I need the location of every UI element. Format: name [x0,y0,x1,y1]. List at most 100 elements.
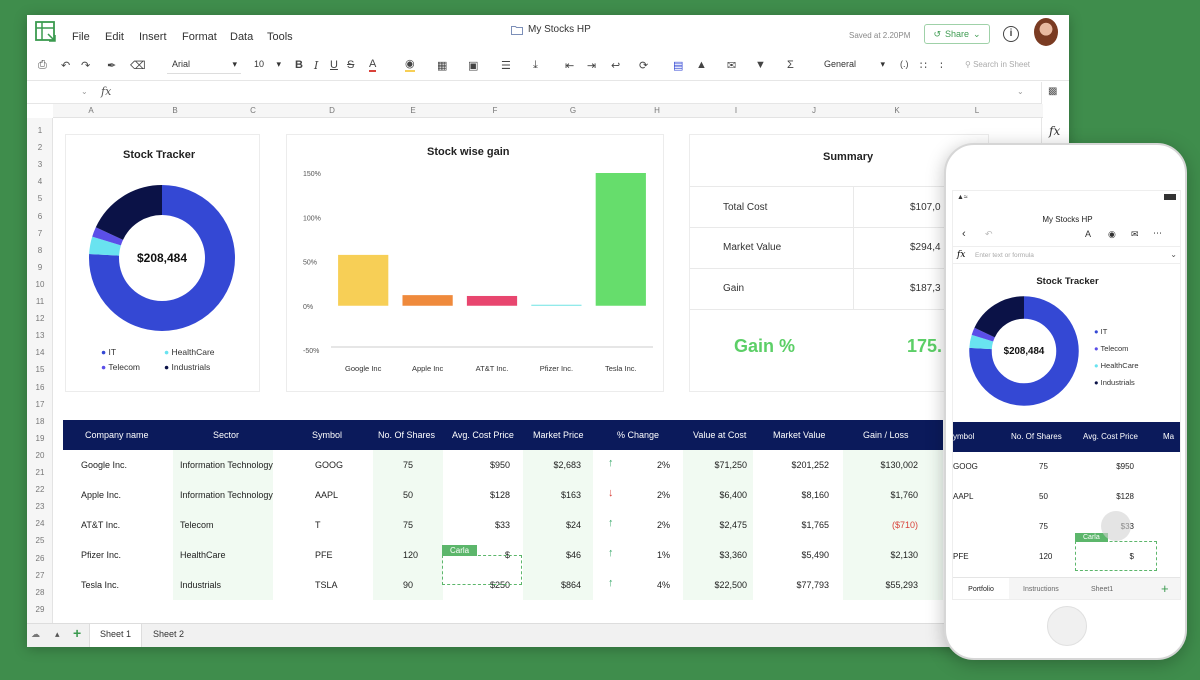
row-header[interactable]: 7 [27,229,53,238]
sum-icon[interactable]: Σ [787,59,794,71]
table-cell-company[interactable]: Pfizer Inc. [81,550,121,560]
mobile-table-row[interactable]: AAPL 50 $128 [953,482,1180,512]
row-header[interactable]: 28 [27,588,53,597]
mobile-add-sheet-button[interactable]: + [1161,581,1169,596]
header-market-price[interactable]: Market Price [533,430,584,440]
table-cell-shares[interactable]: 75 [403,520,413,530]
insert-image-icon[interactable]: ▲ [696,59,707,71]
row-header[interactable]: 25 [27,536,53,545]
table-cell-sector[interactable]: Information Technology [180,460,273,470]
chevron-down-icon[interactable]: ⌄ [81,87,88,96]
table-cell-value-cost[interactable]: $2,475 [719,520,747,530]
bar-tesla-inc[interactable] [595,173,646,306]
table-cell-market-price[interactable]: $46 [566,550,581,560]
row-header[interactable]: 4 [27,177,53,186]
row-header[interactable]: 10 [27,280,53,289]
header-gain-loss[interactable]: Gain / Loss [863,430,909,440]
fill-color-icon[interactable]: ◉ [405,59,415,72]
row-header[interactable]: 5 [27,194,53,203]
column-header[interactable]: A [81,106,101,115]
mobile-tab-sheet1[interactable]: Sheet1 [1091,586,1113,593]
increase-indent-icon[interactable]: ⇥ [587,59,596,72]
row-header[interactable]: 16 [27,383,53,392]
table-cell-shares[interactable]: 50 [403,490,413,500]
row-header[interactable]: 26 [27,554,53,563]
column-header[interactable]: J [804,106,824,115]
functions-icon[interactable]: fx [1049,124,1060,138]
grid-icon[interactable]: ∷ [920,59,927,72]
vertical-align-icon[interactable]: ⤓ [533,59,538,72]
tab-sheet-1[interactable]: Sheet 1 [89,624,143,647]
mobile-cell-symbol[interactable]: AAPL [953,492,973,501]
menu-format[interactable]: Format [182,31,217,43]
back-icon[interactable]: ‹ [962,228,966,240]
conditional-format-icon[interactable]: ∶ [940,59,943,72]
column-header[interactable]: F [485,106,505,115]
clear-format-icon[interactable]: ⌫ [130,59,146,72]
table-cell-symbol[interactable]: GOOG [315,460,343,470]
text-format-icon[interactable]: A [1085,229,1091,239]
table-cell-change[interactable]: 2% [657,520,670,530]
mobile-table-row[interactable]: GOOG 75 $950 [953,452,1180,482]
table-cell-value-cost[interactable]: $3,360 [719,550,747,560]
mobile-cell-shares[interactable]: 75 [1039,522,1048,531]
table-cell-value-cost[interactable]: $71,250 [714,460,747,470]
mobile-cell-symbol[interactable]: PFE [953,552,969,561]
row-header[interactable]: 22 [27,485,53,494]
mobile-cell-shares[interactable]: 75 [1039,462,1048,471]
column-header[interactable]: C [243,106,263,115]
bar-apple-inc[interactable] [402,295,453,306]
table-cell-market-value[interactable]: $5,490 [801,550,829,560]
table-row[interactable]: Google Inc. Information Technology GOOG 75 $… [63,450,943,480]
row-header[interactable]: 14 [27,348,53,357]
column-header[interactable]: I [726,106,746,115]
row-header[interactable]: 19 [27,434,53,443]
sheet-app-logo[interactable] [34,20,58,44]
table-cell-value-cost[interactable]: $22,500 [714,580,747,590]
bold-button[interactable]: B [295,59,303,71]
decrease-indent-icon[interactable]: ⇤ [565,59,574,72]
row-header[interactable]: 23 [27,502,53,511]
mobile-cell-shares[interactable]: 50 [1039,492,1048,501]
table-cell-gain[interactable]: $1,760 [890,490,918,500]
table-cell-change[interactable]: 4% [657,580,670,590]
menu-file[interactable]: File [72,31,90,43]
row-header[interactable]: 13 [27,331,53,340]
row-header[interactable]: 21 [27,468,53,477]
column-header[interactable]: E [403,106,423,115]
row-header[interactable]: 3 [27,160,53,169]
row-header[interactable]: 1 [27,126,53,135]
bar-at-t-inc[interactable] [466,295,518,306]
number-format-select[interactable]: General ▾ [819,55,889,74]
header-sector[interactable]: Sector [213,430,239,440]
search-sheet-input[interactable]: ⚲ Search in Sheet [965,60,1030,69]
row-header[interactable]: 11 [27,297,53,306]
table-row[interactable]: Apple Inc. Information Technology AAPL 50 $1… [63,480,943,510]
mobile-formula-bar[interactable]: fx Enter text or formula ⌄ [953,246,1180,264]
italic-button[interactable]: I [314,59,318,72]
collaborator-cell-selection[interactable] [442,555,522,585]
column-header[interactable]: B [165,106,185,115]
header-market-value[interactable]: Market Value [773,430,825,440]
row-header[interactable]: 6 [27,212,53,221]
menu-data[interactable]: Data [230,31,253,43]
chevron-down-icon[interactable]: ⌄ [1170,250,1177,259]
header-change[interactable]: % Change [617,430,659,440]
row-header[interactable]: 24 [27,519,53,528]
table-cell-market-price[interactable]: $2,683 [553,460,581,470]
chat-icon[interactable]: ☁ [31,629,40,640]
table-cell-symbol[interactable]: TSLA [315,580,338,590]
table-cell-value-cost[interactable]: $6,400 [719,490,747,500]
menu-tools[interactable]: Tools [267,31,293,43]
redo-icon[interactable]: ↷ [81,59,90,72]
home-button[interactable] [1047,606,1087,646]
bar-google-inc[interactable] [338,254,389,306]
paint-format-icon[interactable]: ✒ [107,59,116,72]
formula-input[interactable]: Enter text or formula [975,252,1034,259]
header-avg-cost[interactable]: Avg. Cost Price [452,430,514,440]
row-header[interactable]: 15 [27,365,53,374]
expand-formula-icon[interactable]: ⌄ [1017,87,1024,96]
table-cell-gain[interactable]: $55,293 [885,580,918,590]
mobile-cell-avg[interactable]: $950 [1116,462,1134,471]
table-cell-sector[interactable]: Information Technology [180,490,273,500]
